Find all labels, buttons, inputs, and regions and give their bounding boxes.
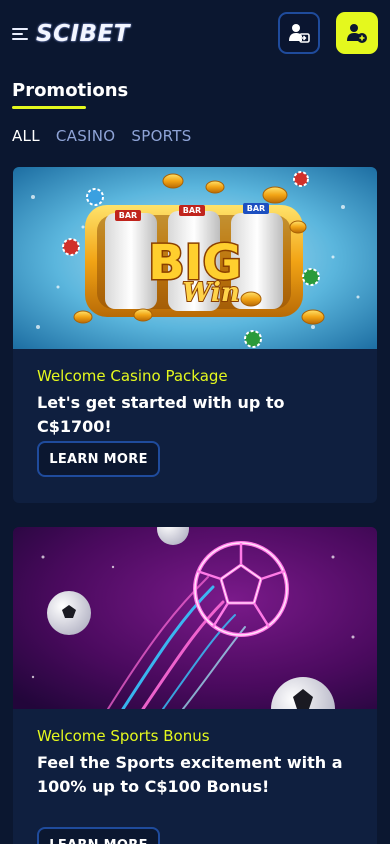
tab-casino[interactable]: CASINO (56, 127, 116, 145)
sports-banner-image (13, 527, 377, 709)
banner-win-text: Win (182, 278, 240, 308)
reel-bar-label: BAR (119, 211, 137, 220)
promotions-page: SCIBET Promotions ALL CASINO SPORTS BAR … (0, 0, 390, 844)
promotion-card-sports[interactable]: Welcome Sports Bonus Feel the Sports exc… (13, 527, 377, 844)
register-button[interactable] (336, 12, 378, 54)
add-user-icon (347, 24, 367, 43)
login-icon (289, 24, 310, 43)
promotion-tabs: ALL CASINO SPORTS (12, 127, 192, 145)
page-title: Promotions (12, 80, 129, 101)
learn-more-button[interactable]: LEARN MORE (37, 441, 160, 477)
promotion-heading: Feel the Sports excitement with a 100% u… (37, 753, 343, 796)
promotion-heading: Let's get started with up to C$1700! (37, 393, 285, 436)
hamburger-icon[interactable] (12, 26, 30, 42)
reel-bar-label: BAR (247, 204, 265, 213)
promotion-subtitle: Welcome Casino Package (37, 367, 228, 385)
scibet-logo[interactable]: SCIBET (36, 18, 130, 50)
tab-all[interactable]: ALL (12, 127, 40, 145)
login-button[interactable] (278, 12, 320, 54)
promotion-card-casino[interactable]: BAR BAR BAR BIG Win Welcome Casino Packa… (13, 167, 377, 503)
learn-more-button[interactable]: LEARN MORE (37, 827, 160, 844)
reel-bar-label: BAR (183, 206, 201, 215)
casino-banner-image: BAR BAR BAR BIG Win (13, 167, 377, 349)
tab-sports[interactable]: SPORTS (131, 127, 191, 145)
title-underline (12, 106, 86, 109)
top-header: SCIBET (0, 0, 390, 66)
promotion-subtitle: Welcome Sports Bonus (37, 727, 210, 745)
